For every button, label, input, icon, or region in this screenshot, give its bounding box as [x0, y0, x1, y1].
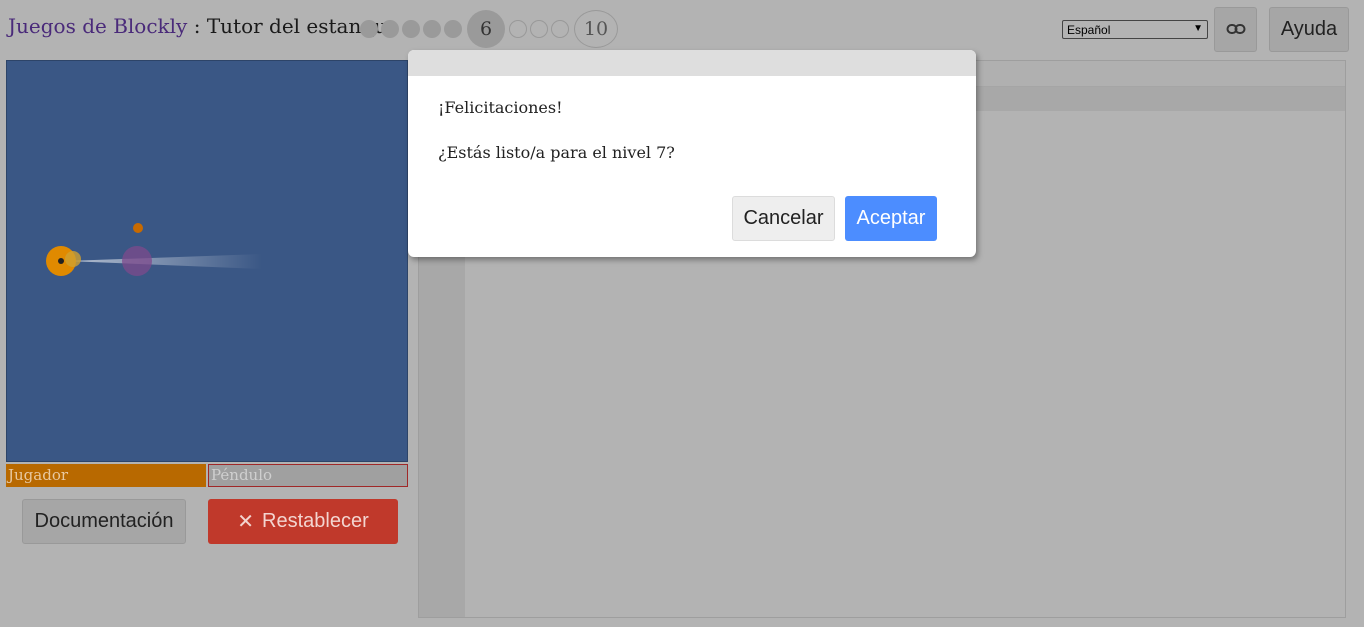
documentation-button[interactable]: Documentación [22, 499, 186, 544]
level-dot-1[interactable] [360, 20, 378, 38]
reset-label: Restablecer [262, 510, 369, 532]
level-dot-3[interactable] [402, 20, 420, 38]
cancel-button[interactable]: Cancelar [732, 196, 835, 241]
level-dot-4[interactable] [423, 20, 441, 38]
page-title: Juegos de Blockly : Tutor del estanque [8, 14, 399, 38]
level-last[interactable]: 10 [574, 10, 618, 48]
close-icon: ✕ [237, 511, 255, 533]
player-duck-head [65, 251, 81, 267]
dialog-header[interactable] [408, 50, 976, 76]
level-complete-dialog: ¡Felicitaciones! ¿Estás listo/a para el … [408, 50, 976, 257]
link-button[interactable] [1214, 7, 1257, 52]
scan-beam [67, 254, 262, 269]
app-title-link[interactable]: Juegos de Blockly [8, 14, 187, 38]
pond-canvas [6, 60, 408, 462]
link-icon [1226, 20, 1246, 39]
accept-button[interactable]: Aceptar [845, 196, 937, 241]
dialog-message-next-level: ¿Estás listo/a para el nivel 7? [438, 143, 675, 162]
language-selected: Español [1067, 22, 1111, 37]
level-dot-2[interactable] [381, 20, 399, 38]
level-dot-8[interactable] [530, 20, 548, 38]
reset-button[interactable]: ✕ Restablecer [208, 499, 398, 544]
level-dot-5[interactable] [444, 20, 462, 38]
help-button[interactable]: Ayuda [1269, 7, 1349, 52]
player-duck-eye [58, 258, 64, 264]
level-current: 6 [467, 10, 505, 48]
level-selector: 6 10 [360, 9, 618, 49]
player-health-bar: Jugador [6, 464, 206, 487]
title-separator: : [187, 14, 207, 38]
chevron-down-icon: ▼ [1193, 23, 1203, 34]
dialog-message-congrats: ¡Felicitaciones! [438, 98, 563, 117]
missile [133, 223, 143, 233]
level-dot-7[interactable] [509, 20, 527, 38]
pond-scene [46, 223, 262, 276]
language-select[interactable]: Español ▼ [1062, 20, 1208, 39]
pendulum-health-bar: Péndulo [208, 464, 408, 487]
level-dot-9[interactable] [551, 20, 569, 38]
pendulum-duck [122, 246, 152, 276]
